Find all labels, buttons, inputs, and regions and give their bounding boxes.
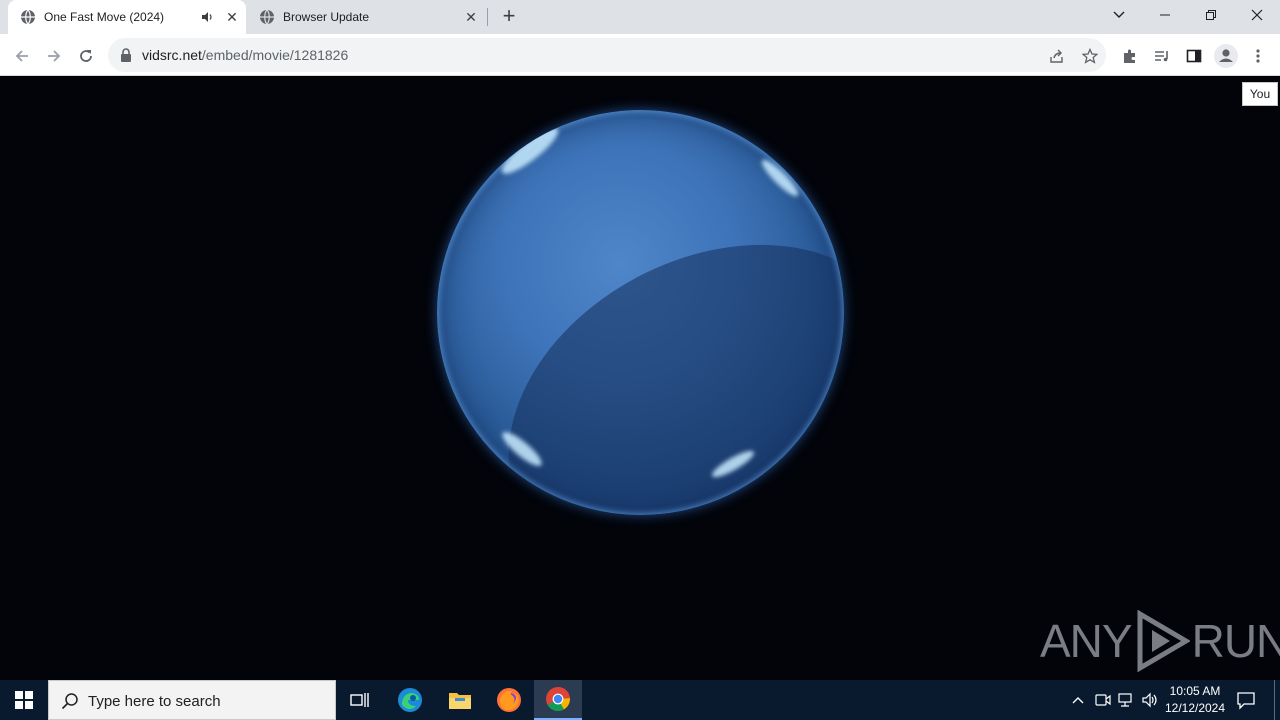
start-button[interactable] [0, 680, 48, 720]
tab-one-fast-move[interactable]: One Fast Move (2024) ✕ [8, 0, 246, 34]
task-view-button[interactable] [336, 680, 384, 720]
menu-button[interactable] [1244, 42, 1272, 70]
media-control-button[interactable] [1148, 42, 1176, 70]
audio-playing-icon[interactable] [200, 10, 214, 24]
more-vertical-icon [1256, 49, 1260, 63]
back-button[interactable] [8, 42, 36, 70]
globe-icon [260, 9, 274, 25]
tab-title: Browser Update [283, 10, 370, 24]
tray-meet-now[interactable] [1093, 690, 1113, 710]
edge-icon [398, 688, 422, 712]
search-icon [61, 693, 78, 710]
watermark-right: RUN [1191, 615, 1280, 667]
share-icon [1050, 49, 1063, 63]
forward-button[interactable] [40, 42, 68, 70]
show-desktop-button[interactable] [1274, 680, 1275, 720]
task-view-icon [350, 693, 369, 707]
close-icon[interactable]: ✕ [463, 9, 479, 25]
tab-separator [487, 8, 488, 26]
camera-icon [1095, 694, 1111, 706]
clock-date: 12/12/2024 [1164, 701, 1226, 715]
chevron-up-icon [1072, 697, 1084, 704]
network-icon [1118, 693, 1132, 707]
watermark-left: ANY [1040, 615, 1133, 667]
windows-logo-icon [15, 691, 33, 709]
clock-time: 10:05 AM [1169, 684, 1221, 698]
url-text: vidsrc.net/embed/movie/1281826 [142, 47, 348, 63]
taskbar-search-box[interactable]: Type here to search [48, 680, 336, 720]
chevron-down-icon [1113, 11, 1125, 18]
notification-center-button[interactable] [1236, 690, 1258, 710]
taskbar-chrome[interactable] [534, 680, 582, 720]
windows-taskbar: Type here to search 10:05 AM 12/12/2024 [0, 680, 1280, 720]
reload-button[interactable] [72, 42, 100, 70]
star-icon [1082, 48, 1098, 64]
share-button[interactable] [1046, 45, 1068, 67]
chrome-icon [546, 687, 570, 712]
reload-icon [80, 50, 92, 62]
taskbar-file-explorer[interactable] [436, 680, 484, 720]
url-path: /embed/movie/1281826 [201, 47, 349, 63]
profile-tooltip: You [1242, 82, 1278, 106]
media-queue-icon [1155, 51, 1168, 62]
firefox-icon [497, 688, 521, 712]
notification-icon [1237, 692, 1255, 710]
puzzle-icon [1124, 49, 1135, 63]
restore-button[interactable] [1188, 0, 1234, 30]
tab-browser-update[interactable]: Browser Update ✕ [247, 0, 487, 34]
taskbar-edge[interactable] [386, 680, 434, 720]
anyrun-watermark: ANY RUN [1040, 610, 1280, 672]
extensions-button[interactable] [1116, 42, 1144, 70]
search-placeholder: Type here to search [88, 693, 221, 710]
minimize-button[interactable] [1142, 0, 1188, 30]
close-window-button[interactable] [1234, 0, 1280, 30]
url-host: vidsrc.net [142, 47, 202, 63]
tab-strip: One Fast Move (2024) ✕ Browser Update ✕ … [0, 0, 1280, 34]
profile-button[interactable] [1212, 42, 1240, 70]
restore-icon [1206, 10, 1216, 20]
folder-icon [449, 693, 471, 709]
tray-overflow-button[interactable] [1068, 690, 1088, 710]
video-player[interactable] [0, 77, 1280, 680]
taskbar-firefox[interactable] [485, 680, 533, 720]
tab-search-button[interactable] [1096, 0, 1142, 30]
volume-icon [1142, 692, 1157, 708]
avatar-icon [1214, 44, 1238, 68]
side-panel-button[interactable] [1180, 42, 1208, 70]
tray-volume[interactable] [1140, 690, 1160, 710]
minimize-icon [1160, 14, 1170, 16]
blue-sphere-frame [437, 110, 844, 515]
arrow-right-icon [48, 50, 61, 62]
tray-network[interactable] [1116, 690, 1136, 710]
tab-title: One Fast Move (2024) [44, 10, 165, 24]
play-logo-icon [1137, 610, 1190, 672]
globe-icon [21, 9, 35, 25]
browser-toolbar: vidsrc.net/embed/movie/1281826 [0, 34, 1280, 76]
new-tab-button[interactable]: + [498, 5, 520, 28]
address-bar[interactable]: vidsrc.net/embed/movie/1281826 [108, 38, 1106, 72]
close-icon [1251, 9, 1263, 21]
bookmark-button[interactable] [1079, 45, 1101, 67]
side-panel-icon [1186, 49, 1202, 63]
taskbar-clock[interactable]: 10:05 AM 12/12/2024 [1162, 683, 1228, 717]
arrow-left-icon [15, 50, 28, 62]
close-icon[interactable]: ✕ [224, 9, 240, 25]
lock-icon[interactable] [120, 48, 132, 62]
